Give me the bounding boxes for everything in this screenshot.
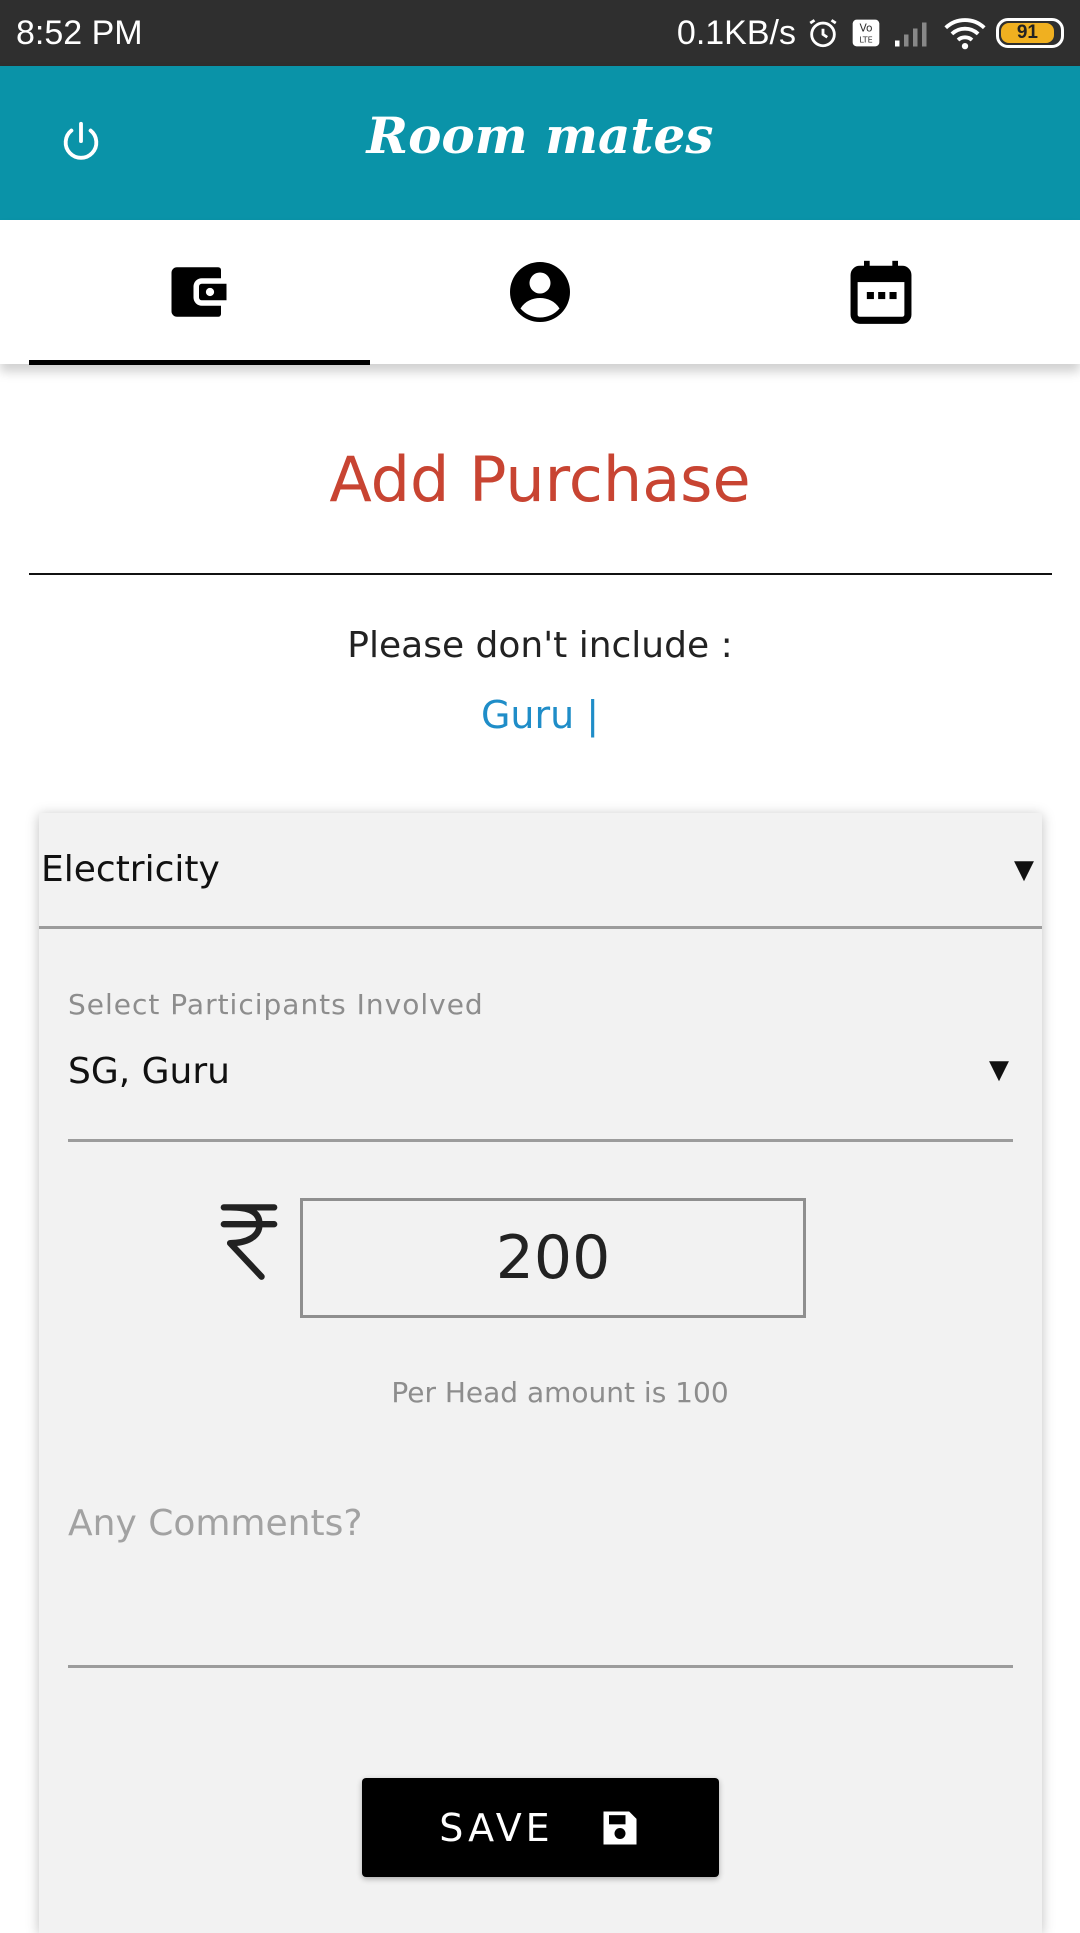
rupee-icon (209, 1191, 289, 1291)
calendar-icon (850, 260, 912, 324)
category-value: Electricity (41, 849, 220, 890)
chevron-down-icon: ▼ (1014, 854, 1034, 885)
tab-indicator (29, 360, 370, 365)
page-title: Add Purchase (329, 443, 751, 516)
save-label: SAVE (439, 1805, 554, 1850)
app-bar: Room mates (0, 66, 1080, 220)
category-dropdown[interactable]: Electricity ▼ (39, 813, 1042, 929)
svg-text:Vo: Vo (860, 22, 873, 35)
participants-label: Select Participants Involved (68, 988, 484, 1021)
wallet-icon (171, 267, 227, 317)
purchase-form-card: Electricity ▼ Select Participants Involv… (39, 813, 1042, 1933)
alarm-icon (806, 16, 840, 50)
tab-calendar[interactable] (711, 220, 1051, 364)
save-icon (603, 1811, 637, 1844)
account-circle-icon (510, 262, 570, 322)
tab-wallet[interactable] (29, 220, 369, 364)
battery-level: 91 (1001, 22, 1054, 43)
volte-icon: Vo LTE (850, 17, 882, 49)
divider (29, 573, 1052, 575)
tab-bar (0, 220, 1080, 365)
tab-profile[interactable] (370, 220, 710, 364)
chevron-down-icon: ▼ (989, 1055, 1009, 1085)
network-speed: 0.1KB/s (676, 13, 796, 52)
comments-field[interactable] (68, 1483, 1013, 1668)
wifi-icon (944, 15, 986, 51)
excluded-names: Guru | (480, 693, 600, 737)
app-title: Room mates (366, 106, 714, 165)
status-icons: 0.1KB/s Vo LTE 91 (677, 14, 1064, 53)
amount-input[interactable] (300, 1198, 806, 1318)
participants-dropdown[interactable]: SG, Guru ▼ (68, 1041, 1013, 1142)
signal-icon (892, 17, 934, 49)
battery-icon: 91 (996, 18, 1064, 48)
participants-value: SG, Guru (68, 1051, 230, 1092)
exclude-notice-label: Please don't include : (347, 625, 733, 666)
svg-text:LTE: LTE (859, 35, 872, 44)
save-button[interactable]: SAVE (362, 1778, 719, 1877)
per-head-amount: Per Head amount is 100 (391, 1376, 729, 1409)
status-bar: 8:52 PM 0.1KB/s Vo LTE 91 (0, 0, 1080, 66)
status-time: 8:52 PM (16, 13, 143, 52)
